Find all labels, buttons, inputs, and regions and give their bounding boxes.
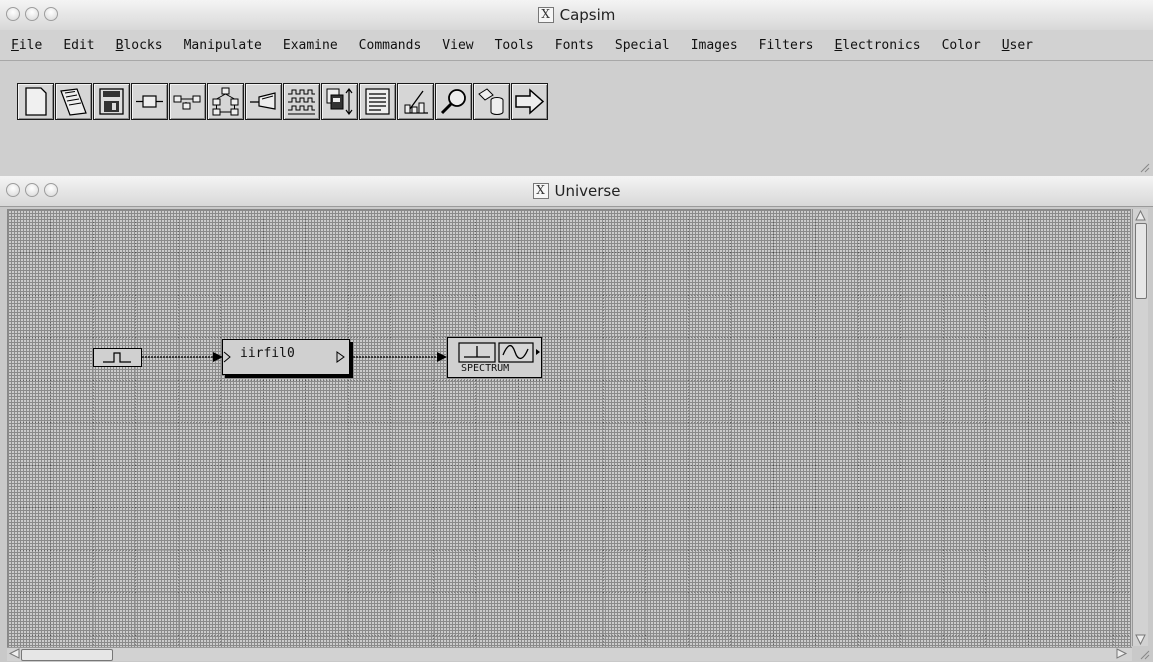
menu-mnemonic: F (11, 37, 19, 53)
block-button[interactable] (131, 83, 168, 120)
menu-mnemonic: U (1001, 37, 1010, 53)
resize-grip-icon[interactable] (1138, 161, 1150, 173)
x11-icon: X (532, 183, 549, 199)
pulse-icon (103, 352, 131, 363)
block-icon (136, 95, 163, 108)
iirfil0-label: iirfil0 (240, 346, 295, 361)
menu-electronics[interactable]: Electronics (823, 38, 930, 53)
zoom-icon (440, 89, 466, 115)
menu-label-rest: lectronics (842, 37, 921, 53)
zoom-button[interactable] (435, 83, 472, 120)
menu-images[interactable]: Images (680, 38, 748, 53)
save-file-icon (99, 88, 124, 115)
spectrum-label: SPECTRUM (461, 363, 510, 374)
list-icon (365, 88, 390, 115)
menu-bar: File Edit Blocks Manipulate Examine Commands V… (0, 30, 1153, 61)
menu-examine[interactable]: Examine (272, 38, 348, 53)
spectrum-block[interactable]: SPECTRUM (447, 337, 542, 378)
menu-label-rest: locks (123, 37, 163, 53)
menu-user[interactable]: User (991, 38, 1043, 53)
new-file-button[interactable] (17, 83, 54, 120)
probe-icon (250, 92, 276, 110)
canvas-grid (18, 217, 1131, 647)
iirfil0-block[interactable]: iirfil0 (222, 339, 350, 375)
horizontal-scroll-thumb[interactable] (21, 649, 113, 661)
menu-special[interactable]: Special (604, 38, 680, 53)
copy-move-button[interactable] (321, 83, 358, 120)
plot-icon (404, 90, 428, 114)
universe-titlebar[interactable]: X Universe (0, 176, 1153, 207)
menu-view[interactable]: View (431, 38, 483, 53)
menu-color[interactable]: Color (931, 38, 991, 53)
menu-tools[interactable]: Tools (484, 38, 544, 53)
vertical-scroll-thumb[interactable] (1135, 223, 1147, 299)
waveform-icon (288, 89, 315, 115)
universe-window: X Universe iirfil0 SPECTRUM (0, 176, 1153, 662)
exit-arrow-icon (515, 88, 545, 115)
vertical-scrollbar[interactable] (1132, 209, 1148, 646)
connect-blocks-button[interactable] (169, 83, 206, 120)
scroll-up-arrow-icon[interactable] (1135, 209, 1146, 221)
capsim-window: X Capsim File Edit Blocks Manipulate Examine… (0, 0, 1153, 176)
universe-title: X Universe (0, 176, 1153, 206)
horizontal-scrollbar[interactable] (7, 647, 1132, 661)
connect-blocks-icon (173, 95, 201, 110)
menu-blocks[interactable]: Blocks (105, 38, 173, 53)
new-file-icon (25, 87, 47, 116)
plot-button[interactable] (397, 83, 434, 120)
database-button[interactable] (473, 83, 510, 120)
capsim-titlebar[interactable]: X Capsim (0, 0, 1153, 31)
hierarchy-button[interactable] (207, 83, 244, 120)
probe-button[interactable] (245, 83, 282, 120)
toolbar (17, 63, 548, 140)
pulse-source-block[interactable] (93, 348, 142, 367)
list-button[interactable] (359, 83, 396, 120)
block-diagram-canvas[interactable]: iirfil0 SPECTRUM (7, 209, 1131, 647)
exit-button[interactable] (511, 83, 548, 120)
scroll-left-arrow-icon[interactable] (8, 648, 20, 659)
menu-label-rest: ser (1009, 37, 1034, 53)
copy-move-icon (326, 88, 353, 115)
x11-icon: X (537, 7, 554, 23)
menu-fonts[interactable]: Fonts (544, 38, 604, 53)
menu-manipulate[interactable]: Manipulate (173, 38, 272, 53)
scroll-right-arrow-icon[interactable] (1116, 648, 1128, 659)
hierarchy-icon (212, 87, 239, 116)
menu-file[interactable]: File (0, 38, 52, 53)
menu-filters[interactable]: Filters (748, 38, 824, 53)
open-file-button[interactable] (55, 83, 92, 120)
menu-label-rest: ile (18, 37, 43, 53)
menu-edit[interactable]: Edit (52, 38, 104, 53)
open-file-icon (60, 88, 87, 116)
database-icon (478, 88, 504, 115)
scroll-down-arrow-icon[interactable] (1135, 634, 1146, 646)
save-file-button[interactable] (93, 83, 130, 120)
waveform-button[interactable] (283, 83, 320, 120)
resize-grip-icon[interactable] (1138, 648, 1150, 660)
menu-commands[interactable]: Commands (348, 38, 432, 53)
capsim-title: X Capsim (0, 0, 1153, 30)
spectrum-icons (458, 342, 540, 363)
